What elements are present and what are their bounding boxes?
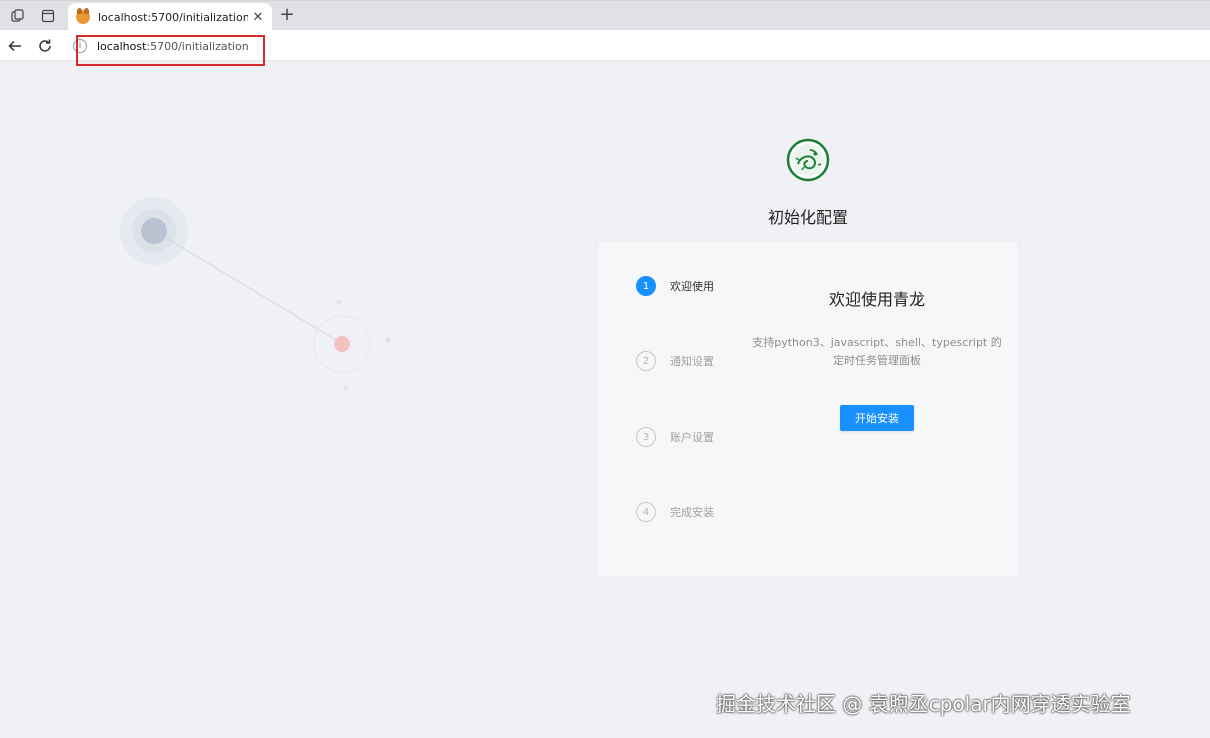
step-welcome: 1 欢迎使用	[636, 276, 714, 296]
step-account: 3 账户设置	[636, 427, 714, 447]
workspaces-icon[interactable]	[8, 6, 28, 26]
new-tab-icon[interactable]: +	[277, 5, 297, 25]
step-number: 3	[636, 427, 656, 447]
close-icon[interactable]: ✕	[248, 10, 268, 25]
description-line-1: 支持python3、javascript、shell、typescript 的	[752, 336, 1002, 349]
welcome-description: 支持python3、javascript、shell、typescript 的 …	[748, 334, 1006, 370]
step-label: 欢迎使用	[670, 280, 714, 293]
step-finish: 4 完成安装	[636, 502, 714, 522]
tab-title: localhost:5700/initialization	[98, 10, 248, 24]
background-decoration	[120, 197, 391, 391]
setup-card: 1 欢迎使用 2 通知设置 3 账户设置 4 完成安装 欢迎使用青龙 支持pyt…	[598, 242, 1018, 576]
step-label: 完成安装	[670, 506, 714, 519]
step-number: 4	[636, 502, 656, 522]
tab-actions-icon[interactable]	[38, 6, 58, 26]
back-icon[interactable]	[5, 36, 25, 56]
step-label: 账户设置	[670, 431, 714, 444]
step-notification: 2 通知设置	[636, 351, 714, 371]
browser-tab[interactable]: localhost:5700/initialization ✕	[68, 3, 272, 31]
page-title: 初始化配置	[767, 208, 848, 227]
step-number: 2	[636, 351, 656, 371]
welcome-title: 欢迎使用青龙	[828, 290, 925, 309]
start-install-button[interactable]: 开始安装	[840, 405, 914, 431]
qinglong-logo-icon	[786, 138, 830, 182]
step-label: 通知设置	[670, 355, 714, 368]
browser-tab-bar: localhost:5700/initialization ✕ +	[0, 0, 1210, 31]
step-number: 1	[636, 276, 656, 296]
watermark: 掘金技术社区 @ 袁煦丞cpolar内网穿透实验室	[716, 692, 1131, 716]
description-line-2: 定时任务管理面板	[833, 354, 921, 367]
favicon	[76, 8, 90, 24]
reload-icon[interactable]	[35, 36, 55, 56]
